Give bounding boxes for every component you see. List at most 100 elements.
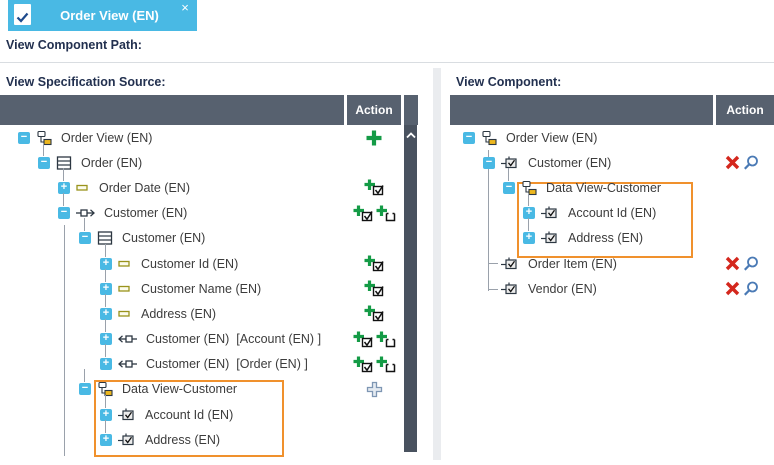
view-node-icon [36, 130, 52, 146]
reverse-relationship-icon [118, 358, 137, 370]
view-component-label: View Component: [456, 75, 561, 89]
tree-row[interactable]: −Data View-Customer [450, 175, 774, 200]
attribute-icon [118, 306, 132, 322]
view-attribute-icon [541, 206, 559, 220]
action-cell [347, 352, 401, 377]
delete-action-icon[interactable] [725, 256, 740, 271]
tree-branch-line [483, 251, 495, 276]
panel-divider [433, 68, 441, 460]
tree-row[interactable]: Order Item (EN) [450, 251, 774, 276]
collapse-minus-icon[interactable]: − [79, 232, 91, 244]
expand-plus-icon[interactable]: + [100, 409, 112, 421]
attribute-icon [118, 281, 132, 297]
tree-row[interactable]: − Customer (EN) [0, 226, 418, 251]
add-check-action-icon[interactable] [353, 205, 373, 222]
search-action-icon[interactable] [743, 256, 759, 272]
expand-plus-icon[interactable]: + [523, 207, 535, 219]
vertical-scrollbar[interactable] [404, 125, 417, 452]
action-cell [347, 301, 401, 326]
tree-row[interactable]: +Account Id (EN) [0, 402, 418, 427]
action-cell [713, 276, 771, 301]
add-check-action-icon[interactable] [364, 280, 384, 297]
tree-row-label: Address (EN) [568, 231, 643, 245]
right-table-header: Action [450, 95, 774, 125]
collapse-minus-icon[interactable]: − [18, 132, 30, 144]
tree-row-label: Order View (EN) [61, 131, 152, 145]
tree-row[interactable]: −Data View-Customer [0, 377, 418, 402]
tree-row[interactable]: + Address (EN) [450, 226, 774, 251]
search-action-icon[interactable] [743, 281, 759, 297]
expand-plus-icon[interactable]: + [100, 258, 112, 270]
tree-row-label: Address (EN) [145, 433, 220, 447]
add-container-action-icon[interactable] [376, 331, 396, 348]
add-check-action-icon[interactable] [364, 305, 384, 322]
tree-row[interactable]: + Address (EN) [0, 301, 418, 326]
expand-plus-icon[interactable]: + [100, 434, 112, 446]
expand-plus-icon[interactable]: + [100, 308, 112, 320]
tree-row[interactable]: − Customer (EN) [0, 201, 418, 226]
tree-row-label: Address (EN) [141, 307, 216, 321]
tree-row[interactable]: − Order View (EN) [450, 125, 774, 150]
tree-row-label: Customer (EN) [Account (EN) ] [146, 332, 321, 346]
tree-row-label: Customer (EN) [528, 156, 611, 170]
close-icon[interactable]: × [179, 2, 191, 14]
tab-title: Order View (EN) [8, 0, 197, 31]
tree-row-label: Order View (EN) [506, 131, 597, 145]
tree-row-label: Customer (EN) [Order (EN) ] [146, 357, 308, 371]
collapse-minus-icon[interactable]: − [483, 157, 495, 169]
expand-plus-icon[interactable]: + [100, 283, 112, 295]
tree-row[interactable]: + Address (EN) [0, 427, 418, 452]
view-component-tree: −Order View (EN)−Customer (EN)−Data View… [450, 125, 774, 460]
collapse-minus-icon[interactable]: − [463, 132, 475, 144]
tree-row[interactable]: Vendor (EN) [450, 276, 774, 301]
view-attribute-icon [118, 433, 136, 447]
delete-action-icon[interactable] [725, 281, 740, 296]
tab-order-view[interactable]: Order View (EN) × [8, 0, 197, 31]
tree-row[interactable]: +Customer Id (EN) [0, 251, 418, 276]
right-header-main [450, 95, 713, 125]
action-cell [347, 125, 401, 150]
tree-row[interactable]: − Customer (EN) [450, 150, 774, 175]
action-cell [347, 251, 401, 276]
action-cell [713, 150, 771, 175]
action-cell [713, 251, 771, 276]
collapse-minus-icon[interactable]: − [79, 383, 91, 395]
tree-row[interactable]: +Customer Name (EN) [0, 276, 418, 301]
view-attribute-icon [118, 408, 136, 422]
delete-action-icon[interactable] [725, 155, 740, 170]
scroll-up-icon [406, 132, 416, 139]
expand-plus-icon[interactable]: + [523, 232, 535, 244]
view-component-path-label: View Component Path: [6, 38, 142, 52]
add-action-icon[interactable] [365, 129, 383, 147]
add-check-action-icon[interactable] [353, 356, 373, 373]
search-action-icon[interactable] [743, 155, 759, 171]
expand-plus-icon[interactable]: + [100, 358, 112, 370]
tree-row[interactable]: − Order View (EN) [0, 125, 418, 150]
add-check-action-icon[interactable] [364, 255, 384, 272]
add-check-action-icon[interactable] [353, 331, 373, 348]
tree-row-label: Customer (EN) [104, 206, 187, 220]
add-check-action-icon[interactable] [364, 179, 384, 196]
right-action-column-header: Action [716, 95, 774, 125]
view-attribute-icon [541, 231, 559, 245]
expand-plus-icon[interactable]: + [100, 333, 112, 345]
tree-row[interactable]: + Customer (EN) [Account (EN) ] [0, 327, 418, 352]
add-container-action-icon[interactable] [376, 205, 396, 222]
left-action-column-header: Action [347, 95, 401, 125]
tree-branch-line [483, 276, 495, 301]
action-cell [347, 175, 401, 200]
add-disabled-action-icon[interactable] [366, 381, 383, 398]
view-node-icon [521, 180, 537, 196]
tree-row-label: Order (EN) [81, 156, 142, 170]
collapse-minus-icon[interactable]: − [503, 182, 515, 194]
action-cell [347, 201, 401, 226]
collapse-minus-icon[interactable]: − [58, 207, 70, 219]
tree-row[interactable]: + Customer (EN) [Order (EN) ] [0, 352, 418, 377]
tree-row-label: Customer (EN) [122, 231, 205, 245]
view-specification-source-tree: −Order View (EN)−Order (EN)+Order Date (… [0, 125, 418, 460]
add-container-action-icon[interactable] [376, 356, 396, 373]
collapse-minus-icon[interactable]: − [38, 157, 50, 169]
tree-row[interactable]: +Account Id (EN) [450, 201, 774, 226]
expand-plus-icon[interactable]: + [58, 182, 70, 194]
view-specification-source-panel: View Specification Source: Action −Order… [0, 70, 418, 460]
